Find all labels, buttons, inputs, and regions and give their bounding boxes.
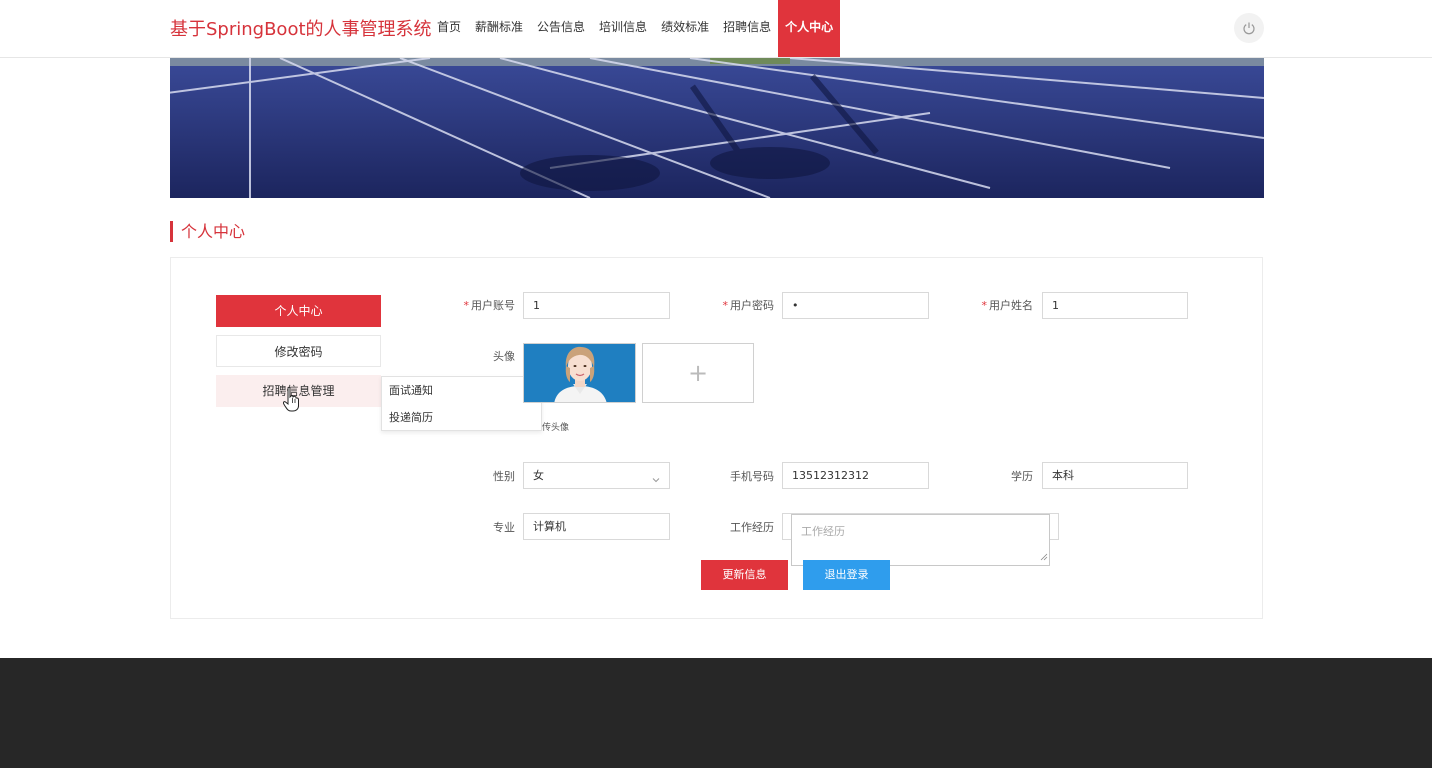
nav-notice[interactable]: 公告信息: [530, 0, 592, 57]
phone-label: 手机号码: [730, 470, 774, 483]
account-label: * 用户账号: [463, 299, 516, 312]
upload-tip: 传头像: [542, 423, 570, 433]
password-input[interactable]: •: [782, 292, 929, 319]
chevron-down-icon: [651, 469, 661, 488]
required-mark: *: [722, 299, 729, 312]
gender-value: 女: [533, 469, 544, 482]
update-info-button[interactable]: 更新信息: [701, 560, 788, 590]
nav-salary[interactable]: 薪酬标准: [468, 0, 530, 57]
main-nav: 首页 薪酬标准 公告信息 培训信息 绩效标准 招聘信息 个人中心: [430, 0, 841, 57]
nav-performance[interactable]: 绩效标准: [654, 0, 716, 57]
experience-label: 工作经历: [730, 521, 774, 534]
required-mark: *: [981, 299, 988, 312]
nav-recruit[interactable]: 招聘信息: [716, 0, 778, 57]
side-menu-profile[interactable]: 个人中心: [216, 295, 381, 327]
account-input[interactable]: 1: [523, 292, 670, 319]
site-title[interactable]: 基于SpringBoot的人事管理系统: [170, 15, 432, 41]
major-label: 专业: [493, 521, 515, 534]
banner-image: [170, 58, 1264, 198]
name-input[interactable]: 1: [1042, 292, 1188, 319]
nav-training[interactable]: 培训信息: [592, 0, 654, 57]
gender-select[interactable]: 女: [523, 462, 670, 489]
experience-textarea[interactable]: 工作经历: [791, 514, 1050, 566]
education-label: 学历: [1011, 470, 1033, 483]
gender-label: 性别: [493, 470, 515, 483]
name-label: * 用户姓名: [981, 299, 1034, 312]
nav-home[interactable]: 首页: [430, 0, 468, 57]
plus-icon: +: [687, 359, 709, 387]
power-icon[interactable]: [1234, 13, 1264, 43]
avatar: [523, 343, 636, 403]
education-input[interactable]: 本科: [1042, 462, 1188, 489]
submenu-submitted-resume[interactable]: 投递简历: [382, 404, 541, 431]
page-footer: [0, 658, 1432, 768]
phone-input[interactable]: 13512312312: [782, 462, 929, 489]
nav-profile[interactable]: 个人中心: [778, 0, 841, 57]
submenu-interview-notice[interactable]: 面试通知: [382, 377, 541, 404]
hand-cursor-icon: [282, 386, 299, 416]
avatar-label: 头像: [493, 350, 515, 363]
experience-placeholder: 工作经历: [801, 525, 845, 538]
top-header: 基于SpringBoot的人事管理系统 首页 薪酬标准 公告信息 培训信息 绩效…: [0, 0, 1432, 58]
major-input[interactable]: 计算机: [523, 513, 670, 540]
resize-handle-icon[interactable]: [1040, 551, 1048, 564]
logout-button[interactable]: 退出登录: [803, 560, 890, 590]
recruit-submenu: 面试通知 投递简历: [381, 376, 542, 431]
side-menu-change-password[interactable]: 修改密码: [216, 335, 381, 367]
password-label: * 用户密码: [722, 299, 775, 312]
upload-avatar-button[interactable]: +: [642, 343, 754, 403]
required-mark: *: [463, 299, 470, 312]
section-title: 个人中心: [170, 221, 245, 242]
